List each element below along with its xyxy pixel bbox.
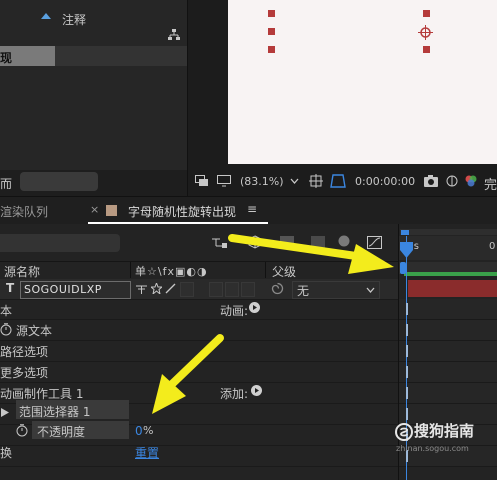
sogou-logo-icon: [395, 423, 413, 441]
watermark-brand: 搜狗指南: [414, 422, 475, 440]
yellow-arrow-shaft: [228, 234, 360, 260]
yellow-arrow-shaft: [166, 334, 224, 390]
yellow-arrow-head: [348, 244, 394, 274]
watermark-url: zhinan.sogou.com: [396, 444, 469, 453]
annotation-arrows: [152, 234, 394, 414]
